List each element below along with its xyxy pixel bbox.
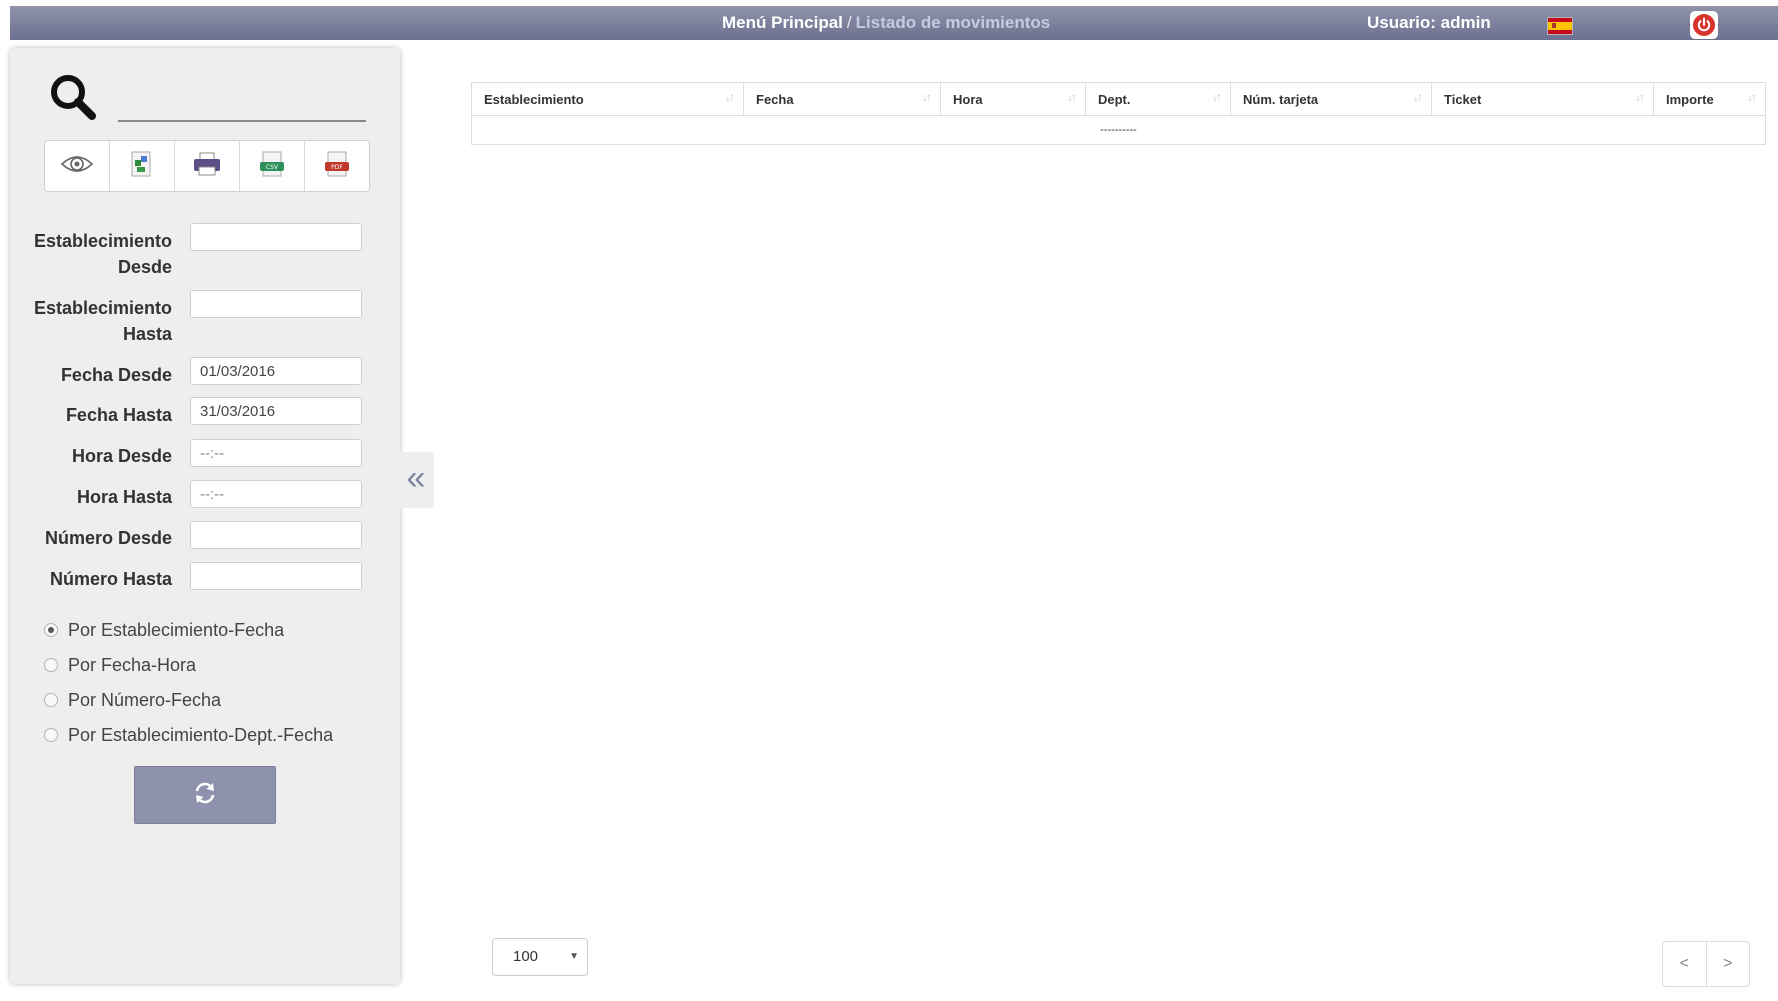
eye-icon: [60, 153, 94, 180]
order-option-label: Por Fecha-Hora: [68, 654, 197, 675]
column-header-ticket[interactable]: Ticket ↓↑: [1431, 82, 1654, 116]
caret-down-icon: ▼: [569, 951, 579, 962]
table-row: ----------: [471, 115, 1766, 145]
empty-row-placeholder: ----------: [471, 115, 1766, 145]
column-header-fecha[interactable]: Fecha ↓↑: [743, 82, 941, 116]
numero-desde-label: Número Desde: [44, 528, 172, 548]
page-size-value: 100: [513, 948, 539, 965]
label-line: Desde: [117, 257, 172, 277]
column-label: Importe: [1666, 91, 1714, 107]
hora-hasta-input[interactable]: [190, 480, 362, 508]
double-chevron-left-icon: «: [406, 459, 426, 497]
column-header-dept[interactable]: Dept. ↓↑: [1085, 82, 1231, 116]
csv-export-icon: CSV: [258, 150, 286, 183]
csv-badge-text: CSV: [266, 164, 279, 171]
print-icon: [192, 151, 222, 182]
establecimiento-hasta-label: Establecimiento Hasta: [2, 295, 172, 347]
order-option-numero-fecha[interactable]: Por Número-Fecha: [44, 688, 221, 712]
establecimiento-hasta-input[interactable]: [190, 290, 362, 318]
fecha-hasta-label: Fecha Hasta: [65, 405, 172, 425]
radio-button-selected[interactable]: [44, 623, 58, 637]
hora-desde-label: Hora Desde: [71, 446, 172, 466]
movements-table: Establecimiento ↓↑ Fecha ↓↑ Hora ↓↑ Dept. ↓↑…: [471, 82, 1766, 145]
column-label: Ticket: [1444, 91, 1482, 107]
fecha-desde-label: Fecha Desde: [60, 365, 172, 385]
column-label: Fecha: [756, 91, 794, 107]
numero-hasta-label: Número Hasta: [49, 569, 172, 589]
power-icon: [1693, 14, 1715, 36]
radio-button[interactable]: [44, 693, 58, 707]
breadcrumb-home-link[interactable]: Menú Principal: [722, 13, 843, 32]
sort-icon: ↓↑: [1635, 90, 1645, 104]
csv-export-button[interactable]: CSV: [240, 141, 305, 191]
column-header-num-tarjeta[interactable]: Núm. tarjeta ↓↑: [1230, 82, 1432, 116]
column-label: Establecimiento: [484, 91, 584, 107]
numero-hasta-input[interactable]: [190, 562, 362, 590]
establecimiento-desde-label: Establecimiento Desde: [2, 228, 172, 280]
pdf-export-icon: PDF: [323, 150, 351, 183]
column-label: Dept.: [1098, 91, 1131, 107]
column-label: Hora: [953, 91, 983, 107]
hora-desde-input[interactable]: [190, 439, 362, 467]
order-option-label: Por Número-Fecha: [68, 689, 222, 710]
fecha-hasta-input[interactable]: [190, 397, 362, 425]
numero-desde-input[interactable]: [190, 521, 362, 549]
export-toolbar: CSV PDF: [44, 140, 370, 192]
spain-flag-icon[interactable]: [1547, 17, 1573, 35]
previous-page-button[interactable]: <: [1663, 942, 1707, 986]
pdf-badge-text: PDF: [331, 164, 343, 171]
column-header-establecimiento[interactable]: Establecimiento ↓↑: [471, 82, 744, 116]
excel-export-button[interactable]: [110, 141, 175, 191]
column-header-importe[interactable]: Importe ↓↑: [1653, 82, 1766, 116]
order-option-establecimiento-dept-fecha[interactable]: Por Establecimiento-Dept.-Fecha: [44, 723, 333, 747]
establecimiento-desde-input[interactable]: [190, 223, 362, 251]
filter-sidebar: CSV PDF Establecimiento Desde Establecim…: [10, 48, 400, 984]
search-icon[interactable]: [46, 70, 102, 126]
search-input[interactable]: [118, 94, 366, 122]
page-size-select[interactable]: 100 ▼: [492, 938, 588, 976]
refresh-icon: [192, 780, 218, 811]
sort-icon: ↓↑: [1212, 90, 1222, 104]
label-line: Establecimiento: [33, 231, 172, 251]
sort-icon: ↓↑: [1067, 90, 1077, 104]
order-option-fecha-hora[interactable]: Por Fecha-Hora: [44, 653, 196, 677]
sort-icon: ↓↑: [922, 90, 932, 104]
sort-icon: ↓↑: [725, 90, 735, 104]
column-header-hora[interactable]: Hora ↓↑: [940, 82, 1086, 116]
collapse-sidebar-button[interactable]: «: [398, 452, 434, 508]
logout-button[interactable]: [1690, 11, 1718, 39]
refresh-button[interactable]: [134, 766, 276, 824]
sort-icon: ↓↑: [1747, 90, 1757, 104]
radio-button[interactable]: [44, 658, 58, 672]
breadcrumb: Menú Principal / Listado de movimientos: [722, 13, 1050, 33]
pdf-export-button[interactable]: PDF: [305, 141, 369, 191]
breadcrumb-current: Listado de movimientos: [855, 13, 1051, 32]
hora-hasta-label: Hora Hasta: [76, 487, 172, 507]
radio-button[interactable]: [44, 728, 58, 742]
view-button[interactable]: [45, 141, 110, 191]
print-button[interactable]: [175, 141, 240, 191]
user-label: Usuario: admin: [1367, 13, 1491, 32]
label-line: Establecimiento: [33, 298, 172, 318]
sort-icon: ↓↑: [1413, 90, 1423, 104]
next-page-button[interactable]: >: [1707, 942, 1750, 986]
fecha-desde-input[interactable]: [190, 357, 362, 385]
order-option-label: Por Establecimiento-Dept.-Fecha: [68, 724, 334, 745]
order-option-establecimiento-fecha[interactable]: Por Establecimiento-Fecha: [44, 618, 284, 642]
top-navbar: Menú Principal / Listado de movimientos Us…: [10, 6, 1778, 40]
column-label: Núm. tarjeta: [1243, 91, 1319, 107]
excel-export-icon: [129, 150, 155, 183]
order-option-label: Por Establecimiento-Fecha: [68, 619, 285, 640]
pagination: < >: [1662, 941, 1750, 987]
label-line: Hasta: [122, 324, 172, 344]
breadcrumb-separator: /: [846, 13, 852, 32]
table-header-row: Establecimiento ↓↑ Fecha ↓↑ Hora ↓↑ Dept. ↓↑…: [471, 82, 1766, 116]
